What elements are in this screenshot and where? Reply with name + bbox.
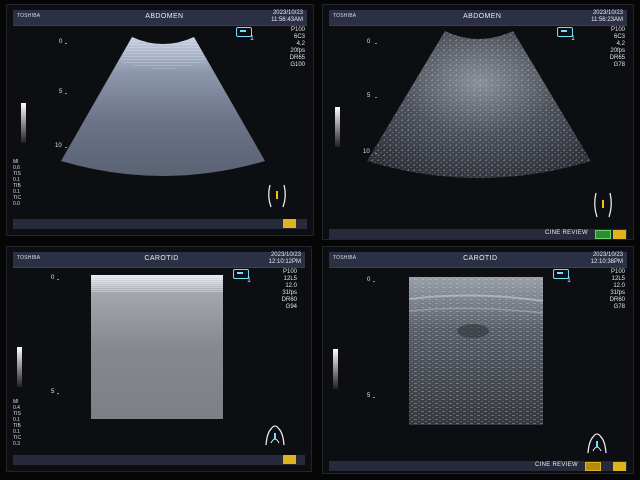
monitor-carotid-cine: TOSHIBA CAROTID 2023/10/23 12:10:38PM 0 … [322, 246, 634, 474]
body-mark-icon [268, 184, 286, 208]
depth-label: 5 [51, 389, 55, 395]
grayscale-bar [333, 349, 338, 389]
depth-tick [65, 93, 67, 94]
freeze-indicator-icon [283, 219, 296, 228]
depth-tick [57, 393, 59, 394]
status-bar [13, 219, 307, 229]
gain-value: G94 [285, 304, 297, 310]
power-value: P100 [610, 27, 625, 33]
freeze-indicator-icon [283, 455, 296, 464]
monitor-abdomen-cine: TOSHIBA ABDOMEN 2023/10/23 11:56:23AM 0 … [322, 4, 634, 240]
transducer-value: 12L5 [611, 276, 625, 282]
cine-loop-icon [595, 230, 611, 239]
depth-label: 5 [367, 393, 371, 399]
transducer-value: 6C3 [613, 34, 625, 40]
depth-label: 0 [51, 275, 55, 281]
depth-label: 0 [59, 39, 63, 45]
parameter-panel: P100 6C3 4.2 20fps DR65 G78 [610, 27, 625, 69]
tic-value: 0.3 [13, 441, 20, 447]
tic-value: 0.0 [13, 201, 20, 207]
framerate-value: 31fps [610, 290, 625, 296]
probe-marker: 1 [567, 277, 571, 284]
probe-marker: 1 [247, 277, 251, 284]
power-value: P100 [610, 269, 625, 275]
body-mark-icon [265, 425, 285, 446]
depth-label: 10 [363, 149, 370, 155]
grayscale-bar [17, 347, 22, 387]
dynamic-range-value: DR65 [609, 55, 625, 61]
transducer-value: 6C3 [293, 34, 305, 40]
depth-tick [373, 397, 375, 398]
depth-tick [373, 281, 375, 282]
grayscale-bar [21, 103, 26, 143]
depth-label: 0 [367, 277, 371, 283]
freeze-indicator-icon [613, 462, 626, 471]
cine-review-label: CINE REVIEW [535, 462, 578, 468]
status-bar [13, 455, 305, 465]
parameter-panel: P100 12L5 12.0 31fps DR60 G94 [282, 269, 297, 311]
depth-tick [65, 43, 67, 44]
cine-loop-icon [585, 462, 601, 471]
monitor-carotid-live: TOSHIBA CAROTID 2023/10/23 12:10:12PM 0 … [6, 246, 312, 472]
grayscale-bar [335, 107, 340, 147]
frequency-value: 12.0 [613, 283, 625, 289]
framerate-value: 31fps [282, 290, 297, 296]
safety-index-panel: MI 0.6 TIS 0.1 TIB 0.1 TIC 0.0 [13, 159, 21, 207]
parameter-panel: P100 6C3 4.2 20fps DR65 G100 [290, 27, 305, 69]
frequency-value: 12.0 [285, 283, 297, 289]
framerate-value: 20fps [610, 48, 625, 54]
probe-marker: 1 [571, 35, 575, 42]
cine-review-label: CINE REVIEW [545, 230, 588, 236]
gain-value: G78 [613, 304, 625, 310]
status-bar [329, 461, 627, 471]
freeze-indicator-icon [613, 230, 626, 239]
monitor-abdomen-live: TOSHIBA ABDOMEN 2023/10/23 11:56:43AM 0 … [6, 4, 314, 236]
depth-label: 5 [367, 93, 371, 99]
framerate-value: 20fps [290, 48, 305, 54]
dynamic-range-value: DR60 [281, 297, 297, 303]
parameter-panel: P100 12L5 12.0 31fps DR60 G78 [610, 269, 625, 311]
body-mark-icon [587, 433, 607, 454]
depth-tick [375, 97, 377, 98]
gain-value: G100 [290, 62, 305, 68]
depth-tick [65, 147, 67, 148]
depth-tick [57, 279, 59, 280]
depth-label: 0 [367, 39, 371, 45]
dynamic-range-value: DR65 [289, 55, 305, 61]
body-mark-icon [594, 192, 612, 218]
depth-label: 5 [59, 89, 63, 95]
frequency-value: 4.2 [296, 41, 305, 47]
frequency-value: 4.2 [616, 41, 625, 47]
dynamic-range-value: DR60 [609, 297, 625, 303]
depth-label: 10 [55, 143, 62, 149]
power-value: P100 [282, 269, 297, 275]
depth-tick [375, 153, 377, 154]
gain-value: G78 [613, 62, 625, 68]
safety-index-panel: MI 0.4 TIS 0.1 TIB 0.1 TIC 0.3 [13, 399, 21, 447]
probe-marker: 1 [250, 35, 254, 42]
power-value: P100 [290, 27, 305, 33]
depth-tick [375, 43, 377, 44]
transducer-value: 12L5 [283, 276, 297, 282]
